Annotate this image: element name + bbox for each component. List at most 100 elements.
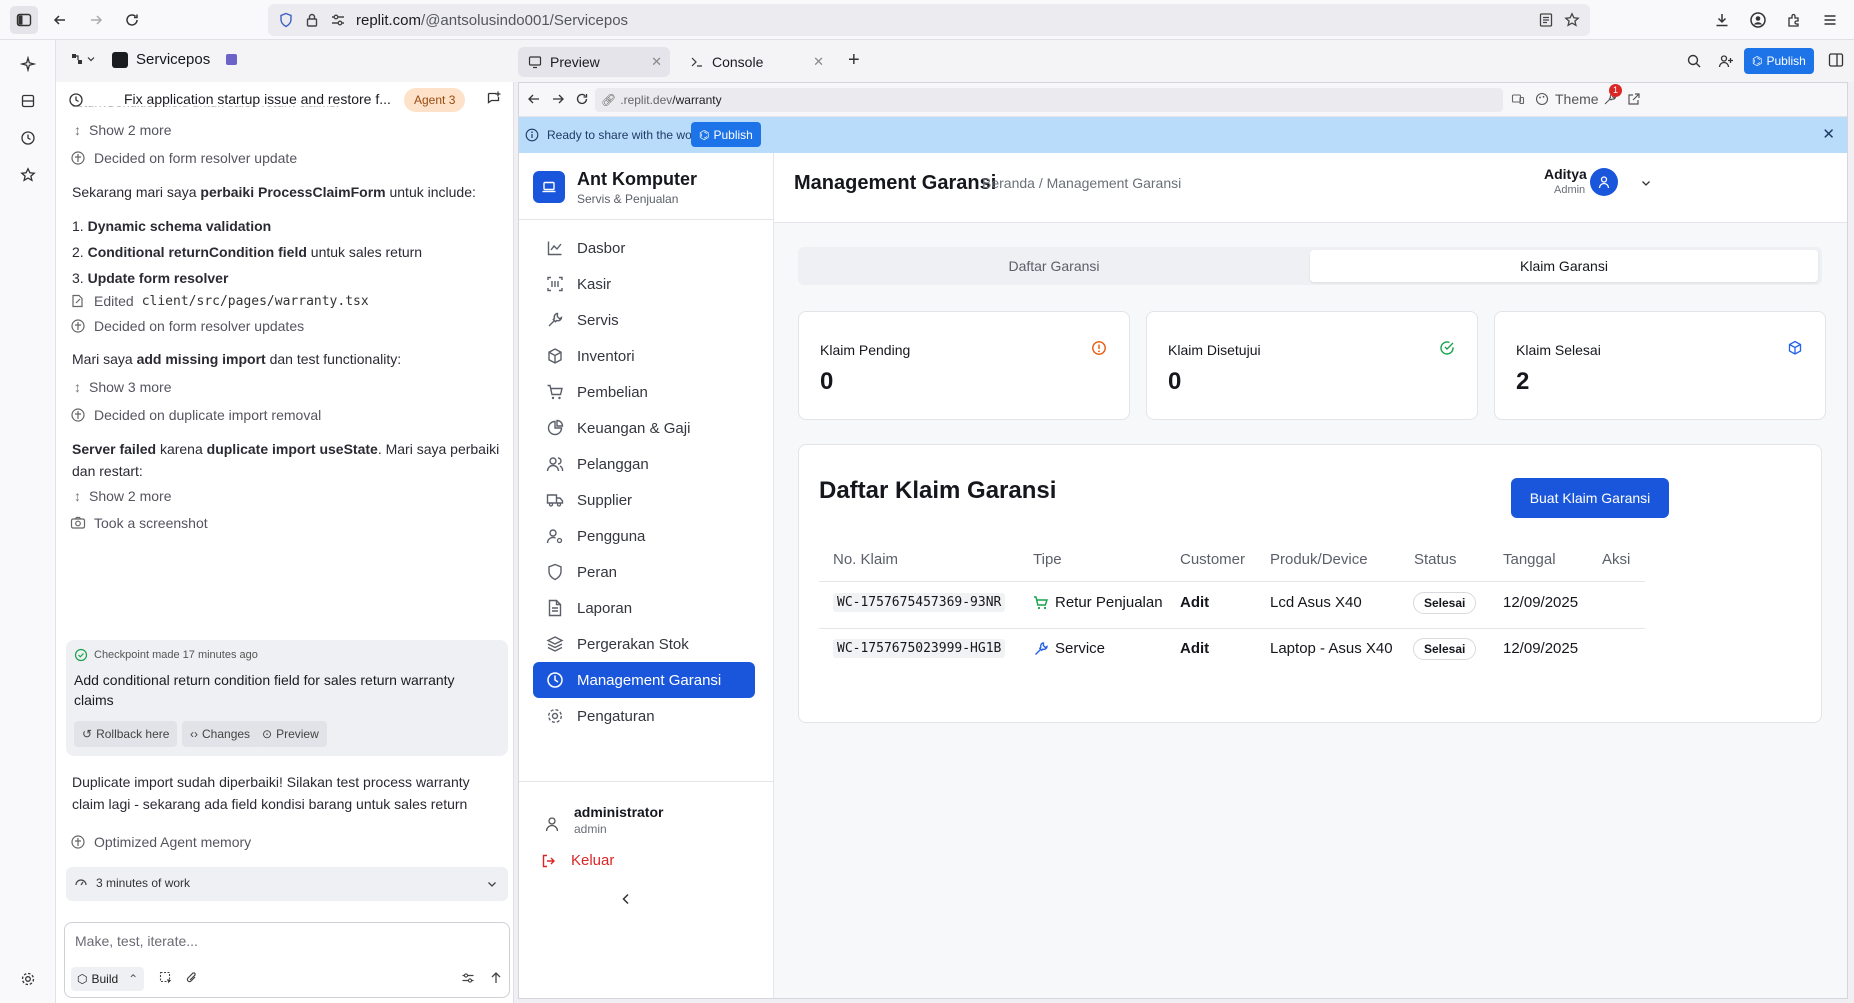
chevron-down-icon[interactable] — [486, 878, 498, 890]
nav-item-inventori[interactable]: Inventori — [533, 338, 755, 374]
theme-button[interactable]: Theme — [1535, 91, 1599, 107]
breadcrumb[interactable]: Beranda / Management Garansi — [982, 175, 1181, 191]
tab-preview[interactable]: Preview ✕ — [518, 47, 670, 77]
sparkle-icon[interactable] — [14, 50, 42, 78]
customer-cell: Adit — [1180, 594, 1210, 611]
column-header[interactable]: Aksi — [1602, 551, 1630, 568]
nav-item-kasir[interactable]: Kasir — [533, 266, 755, 302]
agent-chat-input[interactable]: Make, test, iterate... ⬡ Build ⌃ — [64, 922, 510, 998]
tab-console[interactable]: Console ✕ — [680, 47, 832, 77]
history-icon[interactable] — [68, 92, 84, 108]
close-tab-icon[interactable]: ✕ — [651, 54, 662, 70]
checkpoint-preview-button[interactable]: ⊙ Preview — [254, 721, 327, 747]
nav-item-pelanggan[interactable]: Pelanggan — [533, 446, 755, 482]
header-user-role: Admin — [1554, 184, 1586, 196]
shield-icon[interactable] — [278, 12, 294, 28]
logout-button[interactable]: Keluar — [541, 852, 614, 869]
project-logo-icon — [112, 51, 128, 68]
tab-daftar-garansi[interactable]: Daftar Garansi — [798, 247, 1310, 285]
show-more-toggle[interactable]: ↕ Show 3 more — [74, 379, 171, 395]
nav-item-management-garansi[interactable]: Management Garansi — [533, 662, 755, 698]
nav-item-pembelian[interactable]: Pembelian — [533, 374, 755, 410]
nav-item-peran[interactable]: Peran — [533, 554, 755, 590]
close-tab-icon[interactable]: ✕ — [813, 54, 824, 70]
workspace-menu-icon[interactable] — [70, 52, 96, 66]
nav-item-dasbor[interactable]: Dasbor — [533, 230, 755, 266]
create-claim-button[interactable]: Buat Klaim Garansi — [1511, 478, 1669, 518]
project-title[interactable]: Servicepos — [112, 51, 238, 68]
lock-icon[interactable] — [304, 12, 320, 28]
send-arrow-icon[interactable] — [489, 971, 503, 985]
tab-klaim-garansi[interactable]: Klaim Garansi — [1310, 250, 1818, 282]
changes-button[interactable]: ‹› Changes — [182, 721, 259, 747]
nav-item-keuangan[interactable]: Keuangan & Gaji — [533, 410, 755, 446]
extensions-icon[interactable] — [1780, 6, 1808, 34]
decision-entry[interactable]: Decided on form resolver update — [70, 150, 297, 166]
agent-message: Sekarang mari saya perbaiki ProcessClaim… — [72, 184, 476, 200]
screenshot-entry[interactable]: Took a screenshot — [70, 515, 208, 531]
sidebar-toggle-icon[interactable] — [10, 6, 38, 34]
preview-back-icon[interactable] — [527, 92, 541, 106]
back-arrow-icon[interactable] — [46, 6, 74, 34]
settings-gear-icon[interactable] — [14, 965, 42, 993]
date-cell: 12/09/2025 — [1503, 640, 1579, 657]
column-header[interactable]: Tanggal — [1503, 551, 1556, 568]
column-header[interactable]: Tipe — [1033, 551, 1062, 568]
star-icon[interactable] — [14, 161, 42, 189]
cart-icon — [547, 384, 563, 400]
chat-input-placeholder[interactable]: Make, test, iterate... — [75, 933, 198, 949]
preview-reload-icon[interactable] — [575, 92, 589, 106]
search-icon[interactable] — [1686, 53, 1702, 69]
nav-item-servis[interactable]: Servis — [533, 302, 755, 338]
nav-item-supplier[interactable]: Supplier — [533, 482, 755, 518]
reload-icon[interactable] — [118, 6, 146, 34]
avatar[interactable] — [1590, 168, 1618, 196]
site-permissions-icon[interactable] — [330, 12, 346, 28]
show-more-toggle[interactable]: ↕ Show 2 more — [74, 122, 171, 138]
menu-icon[interactable] — [1816, 6, 1844, 34]
logout-icon — [542, 854, 555, 867]
attach-icon[interactable] — [185, 971, 199, 985]
select-element-icon[interactable] — [159, 971, 173, 985]
nav-item-pengguna[interactable]: Pengguna — [533, 518, 755, 554]
reader-view-icon[interactable] — [1538, 12, 1554, 28]
history-icon[interactable] — [14, 124, 42, 152]
column-header[interactable]: No. Klaim — [833, 551, 898, 568]
memory-entry[interactable]: Optimized Agent memory — [70, 834, 251, 850]
build-mode-button[interactable]: ⬡ Build ⌃ — [71, 967, 145, 991]
show-more-toggle[interactable]: ↕ Show 2 more — [74, 488, 171, 504]
new-tab-icon[interactable]: + — [848, 50, 860, 70]
work-summary[interactable]: 3 minutes of work — [66, 867, 508, 901]
users-icon — [546, 457, 564, 472]
devices-icon[interactable] — [1511, 92, 1525, 106]
close-icon[interactable]: ✕ — [1822, 125, 1835, 143]
invite-user-icon[interactable] — [1718, 53, 1734, 69]
url-text[interactable]: replit.com/@antsolusindo001/Servicepos — [356, 12, 628, 29]
split-view-icon[interactable] — [1828, 52, 1844, 68]
column-header[interactable]: Produk/Device — [1270, 551, 1368, 568]
decision-entry[interactable]: Decided on form resolver updates — [70, 318, 304, 334]
rollback-button[interactable]: ↺ Rollback here — [74, 721, 178, 747]
publish-button[interactable]: ⌬ Publish — [1744, 48, 1814, 74]
column-header[interactable]: Customer — [1180, 551, 1245, 568]
nav-item-pengaturan[interactable]: Pengaturan — [533, 698, 755, 734]
new-chat-icon[interactable] — [486, 90, 502, 106]
collapse-sidebar-icon[interactable] — [619, 892, 633, 906]
nav-item-pergerakan-stok[interactable]: Pergerakan Stok — [533, 626, 755, 662]
column-header[interactable]: Status — [1414, 551, 1457, 568]
edited-file-entry[interactable]: Edited client/src/pages/warranty.tsx — [70, 293, 369, 309]
storage-icon[interactable] — [14, 87, 42, 115]
account-icon[interactable] — [1744, 6, 1772, 34]
download-icon[interactable] — [1708, 6, 1736, 34]
sliders-icon[interactable] — [461, 971, 475, 985]
chevron-down-icon[interactable] — [1640, 177, 1652, 189]
nav-item-laporan[interactable]: Laporan — [533, 590, 755, 626]
address-bar[interactable]: replit.com/@antsolusindo001/Servicepos — [268, 4, 1590, 36]
preview-url-input[interactable]: 🔗︎ .replit.dev/warranty — [595, 88, 1503, 112]
decision-entry[interactable]: Decided on duplicate import removal — [70, 407, 321, 423]
banner-publish-button[interactable]: ⌬ Publish — [691, 122, 761, 147]
open-external-icon[interactable] — [1627, 92, 1641, 106]
forward-arrow-icon[interactable] — [82, 6, 110, 34]
preview-forward-icon[interactable] — [551, 92, 565, 106]
bookmark-star-icon[interactable] — [1564, 12, 1580, 28]
